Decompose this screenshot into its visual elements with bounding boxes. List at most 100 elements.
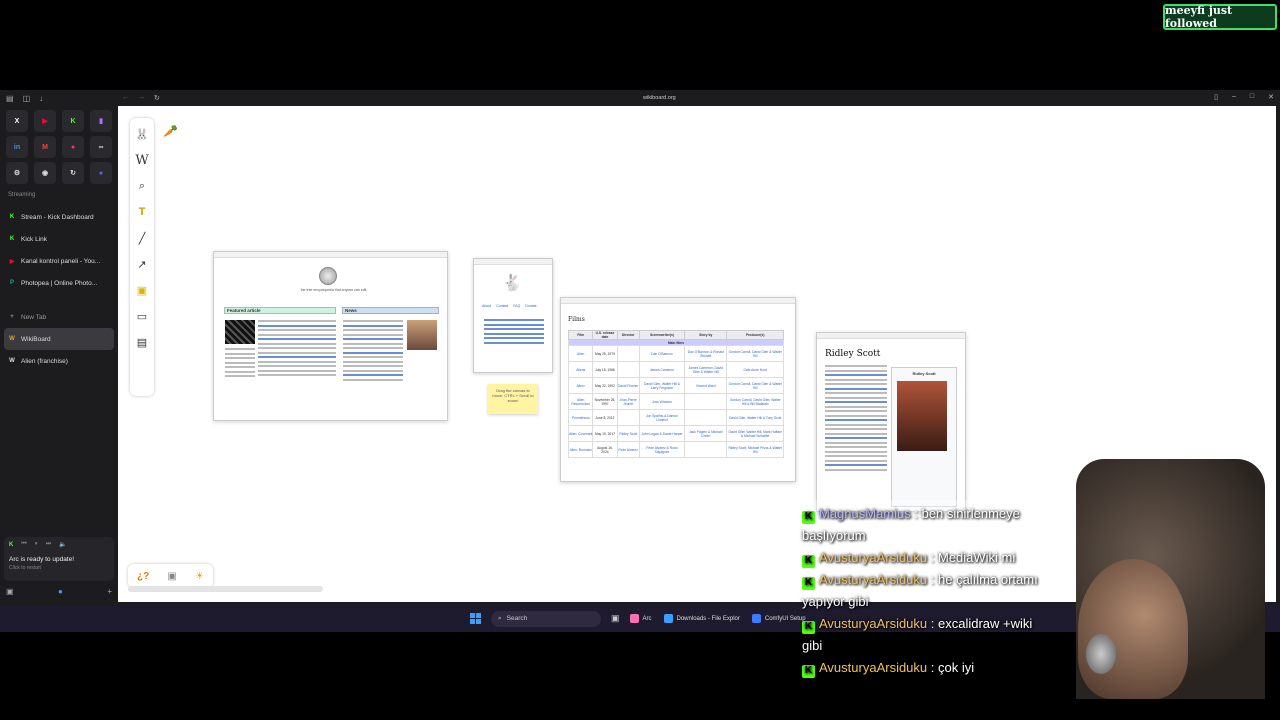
save-icon[interactable]: ▣ — [167, 571, 176, 582]
horizontal-scrollbar[interactable] — [128, 586, 323, 592]
sidebar-right-icon[interactable]: ▯ — [1214, 93, 1218, 101]
twitch-icon[interactable]: ▮ — [90, 110, 112, 132]
column-header[interactable]: Film — [567, 330, 594, 340]
card-titlebar[interactable] — [474, 259, 552, 265]
wiki-link[interactable]: Contact — [496, 304, 508, 308]
update-notice[interactable]: K ⏮ ⏸ ⏭ 🔈 Arc is ready to update! Click … — [4, 537, 114, 581]
chat-message: K MagnusMamius : ben sinirlenmeye başlıyo… — [802, 503, 1052, 547]
table-row: Alien: Romulus August 16, 2024 Fede Álvare… — [567, 441, 784, 458]
chat-username: MagnusMamius — [819, 506, 911, 521]
sticky-note[interactable]: Drag the canvas to move, CTRL + Scroll t… — [488, 384, 538, 414]
column-header[interactable]: Screenwriter(s) — [638, 330, 686, 340]
space-dot-icon[interactable]: ● — [58, 587, 63, 596]
table-cell[interactable]: Alien: Covenant — [567, 425, 594, 442]
card-titlebar[interactable] — [214, 252, 447, 258]
sync-icon[interactable]: ↻ — [62, 162, 84, 184]
next-icon[interactable]: ⏭ — [46, 541, 51, 548]
table-cell[interactable]: Prometheus — [567, 409, 594, 426]
arrow-tool-icon[interactable]: ↗ — [133, 254, 151, 274]
table-cell[interactable]: Aliens — [567, 361, 594, 378]
youtube-icon: ▶ — [9, 258, 15, 265]
x-icon[interactable]: X — [6, 110, 28, 132]
settings-icon[interactable]: ⚙ — [6, 162, 28, 184]
wiki-link[interactable]: FAQ — [513, 304, 520, 308]
ridley-scott-card[interactable]: Ridley Scott Ridley Scott — [816, 332, 966, 512]
back-icon[interactable]: ← — [122, 94, 129, 102]
chat-username: AvusturyaArsiduku — [819, 572, 928, 587]
sidebar-tab[interactable]: ▶ Kanal kontrol paneli - You... — [4, 250, 114, 272]
windows-start-icon[interactable] — [470, 613, 481, 624]
taskbar-app[interactable]: Arc — [629, 614, 652, 623]
split-view-icon[interactable]: ◫ — [23, 94, 31, 103]
table-row: Prometheus June 8, 2012 Jon Spaihts & Damo… — [567, 409, 784, 426]
wikipedia-main-page-card[interactable]: the free encyclopedia that anyone can ed… — [213, 251, 448, 421]
sidebar-tab[interactable]: W Alien (franchise) — [4, 350, 114, 372]
column-header[interactable]: Producer(s) — [726, 330, 784, 340]
sidebar-toggle-icon[interactable]: ▤ — [6, 94, 14, 103]
volume-icon[interactable]: 🔈 — [59, 541, 66, 548]
discord-icon[interactable]: ● — [90, 162, 112, 184]
pause-icon[interactable]: ⏸ — [35, 541, 38, 548]
table-cell[interactable]: Alien — [567, 345, 594, 362]
url-text[interactable]: wikiboard.org — [643, 95, 676, 101]
line-tool-icon[interactable]: ╱ — [133, 228, 151, 248]
films-table-card[interactable]: Films Film U.S. release date Director Scree… — [560, 297, 796, 482]
table-cell[interactable]: Alien: Romulus — [567, 441, 594, 458]
record-icon[interactable]: ● — [62, 136, 84, 158]
taskbar-app[interactable]: ComfyUI Setup — [751, 614, 806, 623]
wikipedia-logo-card[interactable]: 🐇 About Contact FAQ Donate — [473, 258, 553, 373]
close-icon[interactable]: ✕ — [1268, 93, 1274, 101]
wikiboard-icon: W — [9, 336, 15, 342]
sticky-tool-icon[interactable]: ▣ — [133, 280, 151, 300]
sidebar-tab[interactable]: K Kick Link — [4, 228, 114, 250]
card-titlebar[interactable] — [561, 298, 795, 304]
add-icon[interactable]: + — [107, 587, 112, 596]
search-icon[interactable]: ⌕ — [133, 176, 151, 196]
sidebar-tab[interactable]: W WikiBoard — [4, 328, 114, 350]
table-cell — [684, 409, 728, 426]
youtube-icon[interactable]: ▶ — [34, 110, 56, 132]
sidebar-tab[interactable]: P Photopea | Online Photo... — [4, 272, 114, 294]
download-icon[interactable]: ↓ — [39, 94, 43, 103]
table-cell: June 8, 2012 — [592, 409, 618, 426]
table-cell: November 26, 1997 — [592, 393, 618, 410]
taskbar-app[interactable]: Downloads - File Explor — [663, 614, 740, 623]
kick-icon[interactable]: K — [62, 110, 84, 132]
prev-icon[interactable]: ⏮ — [21, 541, 26, 548]
films-table-body: Main films Alien May 25, 1979 Dan O'Bannon D… — [567, 339, 784, 458]
linkedin-icon[interactable]: in — [6, 136, 28, 158]
wikipedia-tool-icon[interactable]: W — [133, 150, 151, 170]
minimize-icon[interactable]: – — [1232, 93, 1236, 101]
circle-icon[interactable]: ◉ — [34, 162, 56, 184]
table-cell[interactable]: Alien Resurrection — [567, 393, 594, 410]
reload-icon[interactable]: ↻ — [154, 94, 160, 102]
maximize-icon[interactable]: □ — [1250, 93, 1254, 101]
favorites-grid: X ▶ K ▮ in M ● ∞ ⚙ ◉ ↻ ● — [6, 110, 112, 184]
tool-palette: 🐰 W ⌕ T ╱ ↗ ▣ ▭ ▤ — [130, 118, 154, 396]
card-titlebar[interactable] — [817, 333, 965, 339]
forward-icon[interactable]: → — [138, 94, 145, 102]
new-tab-button[interactable]: + New Tab — [4, 306, 114, 328]
theme-sun-icon[interactable]: ☀ — [195, 571, 204, 582]
wiki-link[interactable]: About — [482, 304, 491, 308]
task-view-icon[interactable]: ▣ — [611, 613, 620, 624]
sidebar-tab[interactable]: K Stream - Kick Dashboard — [4, 206, 114, 228]
taskbar-search[interactable]: ⌕ Search — [491, 610, 601, 627]
app-icon[interactable]: ∞ — [90, 136, 112, 158]
table-cell: May 25, 1979 — [592, 345, 618, 362]
table-cell[interactable]: Alien³ — [567, 377, 594, 394]
text-tool-icon[interactable]: T — [133, 202, 151, 222]
column-header[interactable]: U.S. release date — [592, 330, 618, 340]
table-cell — [616, 345, 640, 362]
column-header[interactable]: Director — [616, 330, 640, 340]
sidebar-tab-label: Kick Link — [21, 235, 48, 243]
mascot-icon[interactable]: 🐰 — [133, 124, 151, 144]
frame-tool-icon[interactable]: ▭ — [133, 306, 151, 326]
taskbar-app-label: ComfyUI Setup — [764, 615, 806, 622]
folder-icon[interactable]: ▤ — [133, 332, 151, 352]
wiki-link[interactable]: Donate — [525, 304, 536, 308]
gmail-icon[interactable]: M — [34, 136, 56, 158]
help-icon[interactable]: ¿? — [137, 571, 149, 582]
archive-icon[interactable]: ▣ — [6, 587, 14, 596]
column-header[interactable]: Story by — [684, 330, 728, 340]
